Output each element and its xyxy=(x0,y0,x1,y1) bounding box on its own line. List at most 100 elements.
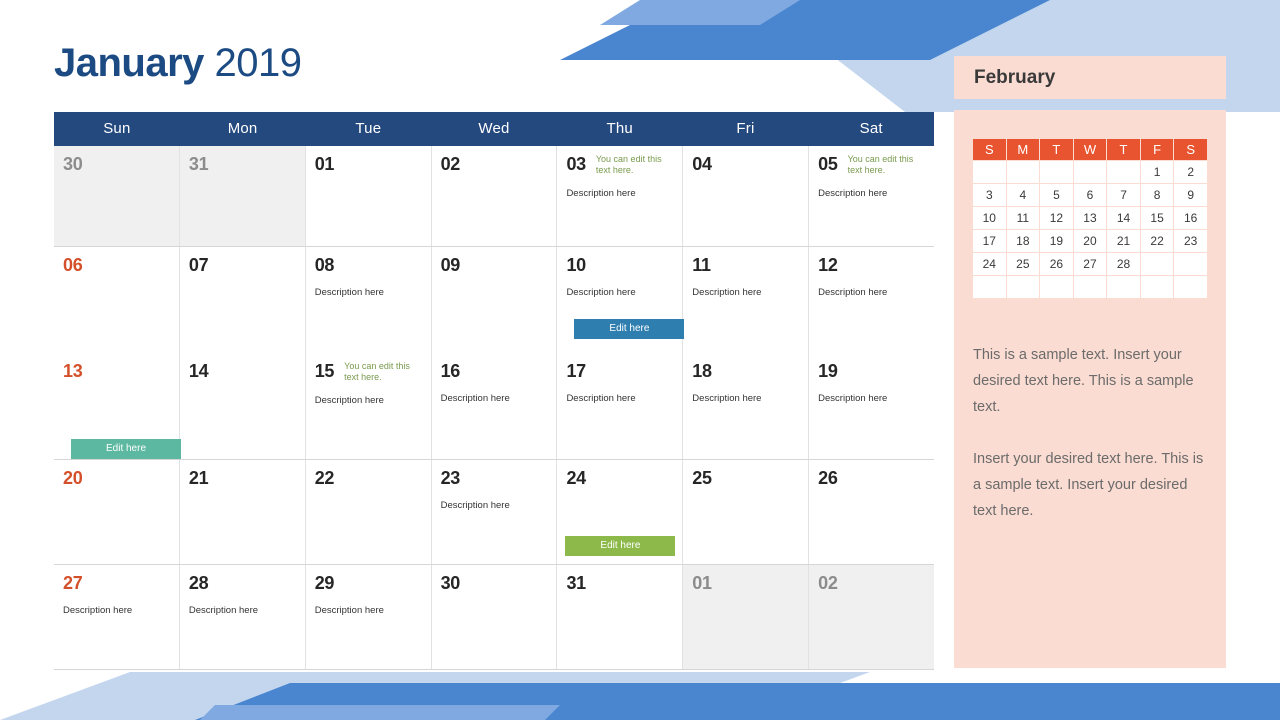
edit-here-button[interactable]: Edit here xyxy=(565,536,676,556)
day-description: Description here xyxy=(63,605,133,616)
side-panel-text-block: This is a sample text. Insert your desir… xyxy=(973,342,1207,524)
mini-day-cell[interactable]: 4 xyxy=(1006,184,1040,206)
day-cell[interactable]: 30 xyxy=(432,565,558,669)
mini-day-cell-empty xyxy=(1073,161,1107,183)
month-calendar: Sun Mon Tue Wed Thu Fri Sat 30 31 01 02 03 Yo… xyxy=(54,112,935,670)
day-subcell[interactable]: 14 xyxy=(189,361,296,467)
day-subcell[interactable]: 08 Description here xyxy=(315,255,422,361)
mini-day-cell[interactable]: 21 xyxy=(1107,230,1140,252)
day-subcell[interactable]: 19 Description here xyxy=(818,361,925,467)
day-cell[interactable]: 02 xyxy=(809,565,935,669)
mini-day-cell[interactable]: 23 xyxy=(1174,230,1207,252)
day-cell[interactable]: 29 Description here xyxy=(306,565,432,669)
day-number: 09 xyxy=(440,255,461,275)
mini-day-cell[interactable]: 19 xyxy=(1040,230,1073,252)
mini-day-cell[interactable]: 16 xyxy=(1174,207,1207,229)
mini-day-cell[interactable]: 8 xyxy=(1140,184,1174,206)
day-cell[interactable]: 28 Description here xyxy=(180,565,306,669)
day-cell[interactable]: 01 xyxy=(306,146,432,246)
day-subcell[interactable]: 07 xyxy=(189,255,296,361)
mini-day-cell[interactable]: 10 xyxy=(973,207,1006,229)
day-cell[interactable]: 31 xyxy=(557,565,684,669)
mini-day-cell[interactable]: 18 xyxy=(1006,230,1040,252)
day-cell[interactable]: 03 You can edit this text here. Descriptio… xyxy=(557,146,684,246)
day-cell[interactable]: 26 xyxy=(809,460,934,564)
day-cell[interactable]: 25 xyxy=(683,460,810,564)
day-description: Description here xyxy=(314,605,384,616)
day-number: 03 xyxy=(566,154,586,174)
day-number: 11 xyxy=(692,255,711,275)
day-cell[interactable]: 27 Description here xyxy=(54,565,180,669)
week-row-merged: 06 13 Edit here 07 14 08 Description here 15 You… xyxy=(54,247,934,460)
day-cell[interactable]: 21 xyxy=(180,460,306,564)
mini-day-cell[interactable]: 20 xyxy=(1073,230,1107,252)
day-cell-merged[interactable]: 12 Description here 19 Description here xyxy=(809,247,934,459)
day-subcell[interactable]: 17 Description here xyxy=(566,361,673,467)
mini-day-cell-empty xyxy=(1006,161,1040,183)
mini-day-cell[interactable]: 7 xyxy=(1107,184,1140,206)
day-subcell[interactable]: 13 Edit here xyxy=(63,361,181,467)
day-cell[interactable]: 01 xyxy=(683,565,810,669)
mini-day-cell[interactable]: 14 xyxy=(1107,207,1140,229)
mini-day-cell[interactable]: 27 xyxy=(1073,253,1107,275)
day-description: Description here xyxy=(314,287,384,298)
mini-day-cell[interactable]: 15 xyxy=(1140,207,1174,229)
day-number: 14 xyxy=(188,361,209,381)
day-cell[interactable]: 24 Edit here xyxy=(557,460,684,564)
day-cell[interactable]: 31 xyxy=(179,146,306,246)
mini-day-cell-empty xyxy=(1006,276,1040,298)
mini-day-cell[interactable]: 5 xyxy=(1040,184,1073,206)
mini-day-cell[interactable]: 25 xyxy=(1006,253,1040,275)
day-cell[interactable]: 30 xyxy=(54,146,180,246)
mini-day-cell[interactable]: 28 xyxy=(1107,253,1140,275)
mini-day-cell[interactable]: 17 xyxy=(973,230,1006,252)
day-cell-merged[interactable]: 06 13 Edit here xyxy=(54,247,181,459)
day-number: 15 xyxy=(314,361,335,381)
day-cell-merged[interactable]: 10 Description here Edit here 17 Description… xyxy=(557,247,685,459)
mini-day-cell[interactable]: 1 xyxy=(1140,161,1174,183)
mini-calendar-row: 10 11 12 13 14 15 16 xyxy=(973,207,1207,229)
day-cell[interactable]: 22 xyxy=(306,460,432,564)
mini-day-cell[interactable]: 6 xyxy=(1073,184,1107,206)
weekday-header-mon: Mon xyxy=(227,120,258,137)
deco-band-bottom-pale xyxy=(0,672,870,720)
day-subcell[interactable]: 06 xyxy=(63,255,170,361)
edit-here-button[interactable]: Edit here xyxy=(574,319,685,339)
day-subcell[interactable]: 15 You can edit this text here. Descriptio… xyxy=(315,361,422,467)
day-description: Description here xyxy=(188,605,259,616)
day-cell-merged[interactable]: 07 14 xyxy=(180,247,306,459)
day-number: 06 xyxy=(63,255,83,275)
day-subcell[interactable]: 09 xyxy=(441,255,548,361)
mini-day-cell[interactable]: 13 xyxy=(1073,207,1107,229)
day-cell-merged[interactable]: 09 16 Description here xyxy=(432,247,558,459)
mini-day-cell[interactable]: 26 xyxy=(1040,253,1073,275)
mini-day-cell[interactable]: 22 xyxy=(1140,230,1174,252)
day-number: 10 xyxy=(566,255,586,275)
day-description: Description here xyxy=(440,393,510,404)
mini-day-cell[interactable]: 11 xyxy=(1006,207,1040,229)
day-cell-merged[interactable]: 11 Description here 18 Description here xyxy=(683,247,810,459)
day-number: 25 xyxy=(692,468,712,488)
day-subcell[interactable]: 18 Description here xyxy=(692,361,799,467)
mini-day-cell[interactable]: 2 xyxy=(1174,161,1207,183)
day-cell-merged[interactable]: 08 Description here 15 You can edit this te… xyxy=(306,247,432,459)
day-note: You can edit this text here. xyxy=(847,154,914,175)
day-cell[interactable]: 20 xyxy=(54,460,180,564)
day-subcell[interactable]: 11 Description here xyxy=(692,255,799,361)
edit-here-button[interactable]: Edit here xyxy=(71,439,181,459)
weekday-header-row: Sun Mon Tue Wed Thu Fri Sat xyxy=(54,112,934,146)
day-subcell[interactable]: 16 Description here xyxy=(441,361,548,467)
day-subcell[interactable]: 12 Description here xyxy=(818,255,925,361)
day-subcell[interactable]: 10 Description here Edit here xyxy=(566,255,685,361)
mini-day-cell[interactable]: 9 xyxy=(1174,184,1207,206)
mini-day-cell[interactable]: 3 xyxy=(973,184,1006,206)
day-cell[interactable]: 23 Description here xyxy=(432,460,558,564)
day-cell[interactable]: 05 You can edit this text here. Descriptio… xyxy=(809,146,934,246)
weekday-header-wed: Wed xyxy=(478,120,510,137)
day-cell[interactable]: 02 xyxy=(432,146,558,246)
day-cell[interactable]: 04 xyxy=(683,146,810,246)
day-number: 12 xyxy=(818,255,838,275)
day-number: 01 xyxy=(692,573,712,593)
mini-day-cell[interactable]: 12 xyxy=(1040,207,1073,229)
mini-day-cell[interactable]: 24 xyxy=(973,253,1006,275)
